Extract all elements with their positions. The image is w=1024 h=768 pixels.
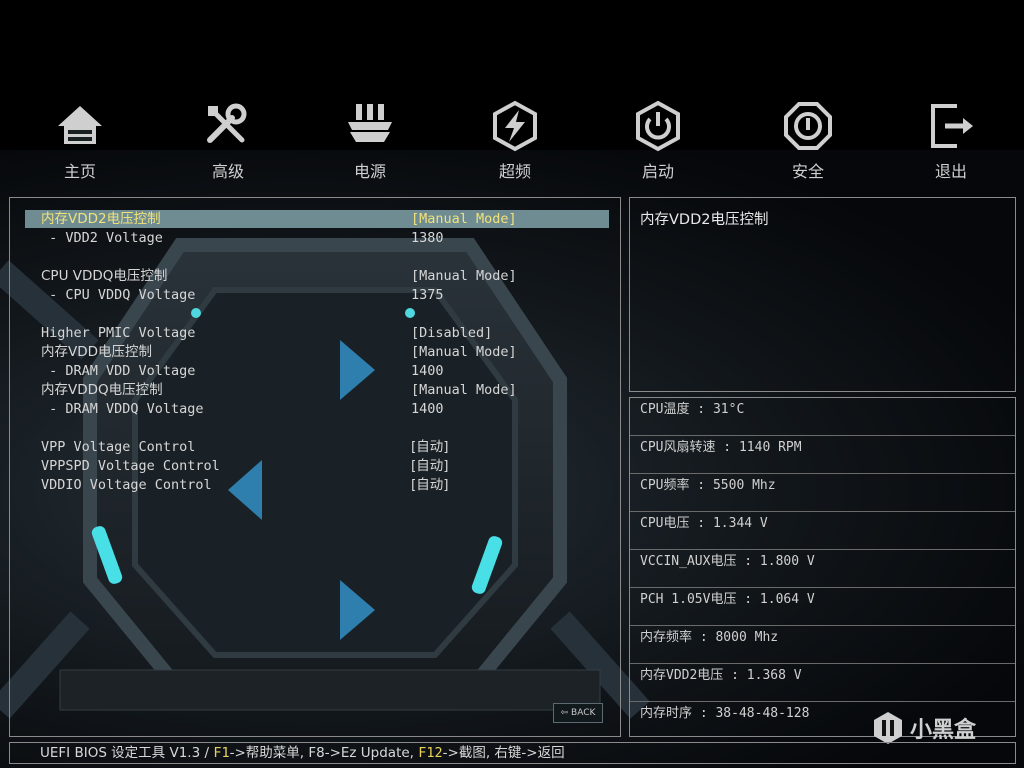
setting-label: 内存VDDQ电压控制 <box>41 382 163 398</box>
setting-row-vpp[interactable]: VPP Voltage Control [自动] <box>25 438 609 456</box>
watermark-text: 小黑盒 <box>910 718 977 743</box>
status-cpu-fan: CPU风扇转速 : 1140 RPM <box>630 436 1015 474</box>
setting-row-dram-vdd-voltage[interactable]: - DRAM VDD Voltage 1400 <box>25 362 609 380</box>
watermark-logo-icon <box>874 712 902 744</box>
nav-exit-label: 退出 <box>934 162 967 181</box>
setting-label: - VDD2 Voltage <box>41 230 163 246</box>
setting-label: - DRAM VDD Voltage <box>41 363 196 379</box>
nav-boot[interactable]: 启动 <box>613 100 703 190</box>
setting-label: 内存VDD2电压控制 <box>41 211 161 227</box>
setting-row-vdd2-control[interactable]: 内存VDD2电压控制 [Manual Mode] <box>25 210 609 228</box>
nav-home[interactable]: 主页 <box>35 100 125 190</box>
setting-row-cpu-vddq-voltage[interactable]: - CPU VDDQ Voltage 1375 <box>25 286 609 304</box>
setting-value: [Manual Mode] <box>411 268 517 284</box>
status-mem-freq: 内存频率 : 8000 Mhz <box>630 626 1015 664</box>
bios-screen: 主页 高级 电源 超频 启动 安全 退出 内存VDD2电压控制 [Manual … <box>0 0 1024 768</box>
setting-label: VPPSPD Voltage Control <box>41 458 220 474</box>
setting-value: [Manual Mode] <box>411 344 517 360</box>
status-vccin-aux: VCCIN_AUX电压 : 1.800 V <box>630 550 1015 588</box>
nav-boot-label: 启动 <box>641 162 674 181</box>
nav-exit[interactable]: 退出 <box>906 100 996 190</box>
setting-value: 1375 <box>411 287 444 303</box>
setting-value: 1380 <box>411 230 444 246</box>
setting-label: 内存VDD电压控制 <box>41 344 153 360</box>
setting-label: - DRAM VDDQ Voltage <box>41 401 204 417</box>
setting-label: VDDIO Voltage Control <box>41 477 212 493</box>
setting-row-vddio[interactable]: VDDIO Voltage Control [自动] <box>25 476 609 494</box>
help-text: 内存VDD2电压控制 <box>640 212 769 228</box>
setting-row-vdd2-voltage[interactable]: - VDD2 Voltage 1380 <box>25 229 609 247</box>
footer-help-bar: UEFI BIOS 设定工具 V1.3 / F1->帮助菜单, F8->Ez U… <box>9 742 1016 764</box>
setting-value: [自动] <box>411 477 449 493</box>
nav-security[interactable]: 安全 <box>763 100 853 190</box>
setting-row-vppspd[interactable]: VPPSPD Voltage Control [自动] <box>25 457 609 475</box>
setting-row-higher-pmic[interactable]: Higher PMIC Voltage [Disabled] <box>25 324 609 342</box>
setting-value: 1400 <box>411 363 444 379</box>
setting-value: [Disabled] <box>411 325 493 341</box>
nav-power-label: 电源 <box>353 162 386 181</box>
status-cpu-voltage: CPU电压 : 1.344 V <box>630 512 1015 550</box>
setting-row-vdd-control[interactable]: 内存VDD电压控制 [Manual Mode] <box>25 343 609 361</box>
footer-f12-text: ->截图, 右键->返回 <box>442 745 565 761</box>
nav-advanced-label: 高级 <box>211 162 244 181</box>
nav-overclock[interactable]: 超频 <box>470 100 560 190</box>
footer-prefix: UEFI BIOS 设定工具 V1.3 / <box>40 745 214 761</box>
nav-home-label: 主页 <box>63 162 96 181</box>
status-cpu-freq: CPU频率 : 5500 Mhz <box>630 474 1015 512</box>
setting-row-cpu-vddq-control[interactable]: CPU VDDQ电压控制 [Manual Mode] <box>25 267 609 285</box>
setting-label: Higher PMIC Voltage <box>41 325 196 341</box>
setting-label: VPP Voltage Control <box>41 439 196 455</box>
tools-icon <box>207 103 247 143</box>
setting-value: [Manual Mode] <box>411 211 517 227</box>
setting-value: [自动] <box>411 458 449 474</box>
status-cpu-temp: CPU温度 : 31°C <box>630 398 1015 436</box>
setting-row-vddq-control[interactable]: 内存VDDQ电压控制 [Manual Mode] <box>25 381 609 399</box>
setting-label: CPU VDDQ电压控制 <box>41 268 168 284</box>
help-panel: 内存VDD2电压控制 <box>629 197 1016 392</box>
footer-f12-key: F12 <box>418 745 443 761</box>
setting-value: [自动] <box>411 439 449 455</box>
back-label: BACK <box>571 708 596 718</box>
nav-power[interactable]: 电源 <box>325 100 415 190</box>
status-mem-vdd2: 内存VDD2电压 : 1.368 V <box>630 664 1015 702</box>
back-icon: ⇦ <box>560 708 569 718</box>
top-navigation: 主页 高级 电源 超频 启动 安全 退出 <box>0 100 1024 190</box>
footer-f1-key: F1 <box>213 745 230 761</box>
home-icon <box>58 106 102 144</box>
status-pch-voltage: PCH 1.05V电压 : 1.064 V <box>630 588 1015 626</box>
overclock-icon <box>493 100 537 152</box>
setting-value: 1400 <box>411 401 444 417</box>
nav-overclock-label: 超频 <box>498 162 531 181</box>
power-button-icon <box>636 100 680 152</box>
system-status-panel: CPU温度 : 31°C CPU风扇转速 : 1140 RPM CPU频率 : … <box>629 397 1016 737</box>
nav-advanced[interactable]: 高级 <box>183 100 273 190</box>
power-plug-icon <box>348 104 392 142</box>
security-icon <box>784 102 832 150</box>
setting-row-dram-vddq-voltage[interactable]: - DRAM VDDQ Voltage 1400 <box>25 400 609 418</box>
nav-security-label: 安全 <box>791 162 824 181</box>
back-button[interactable]: ⇦ BACK <box>553 703 603 723</box>
exit-icon <box>931 104 973 148</box>
setting-value: [Manual Mode] <box>411 382 517 398</box>
settings-panel: 内存VDD2电压控制 [Manual Mode] - VDD2 Voltage … <box>9 197 621 737</box>
footer-f1-text: ->帮助菜单, F8->Ez Update, <box>229 745 419 761</box>
setting-label: - CPU VDDQ Voltage <box>41 287 196 303</box>
